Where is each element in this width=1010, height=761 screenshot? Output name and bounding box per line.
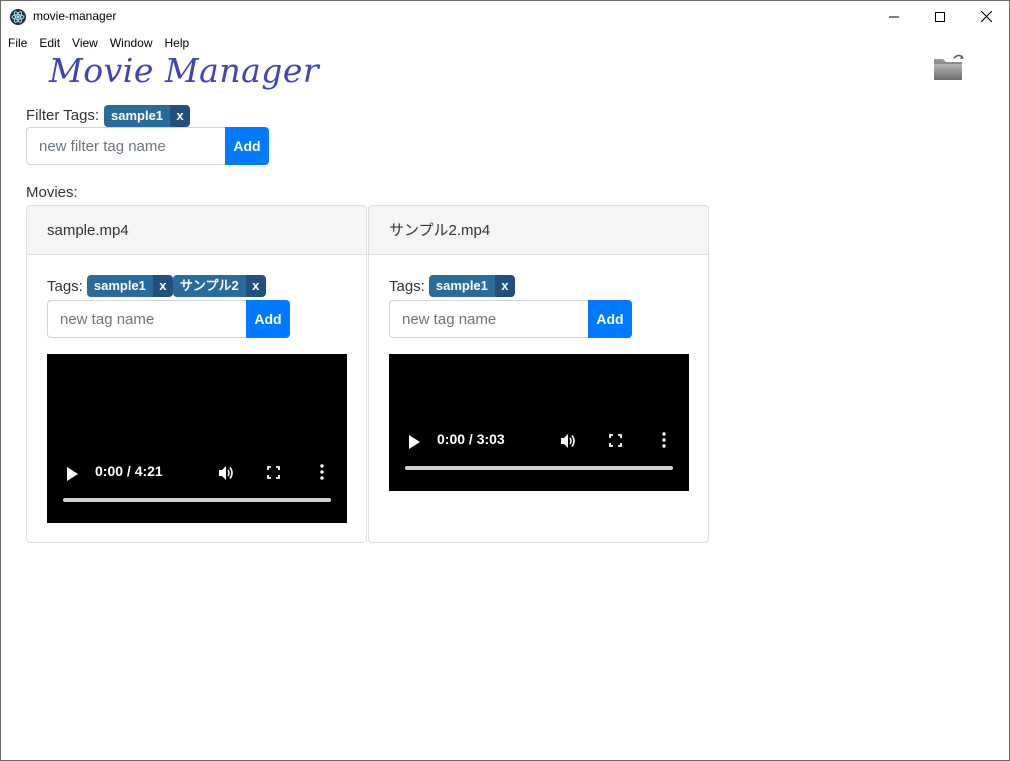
menu-bar: File Edit View Window Help <box>1 33 195 53</box>
play-icon[interactable] <box>66 467 78 481</box>
movie-card: sample.mp4 Tags: sample1 x サンプル2 x Add 0… <box>26 205 367 543</box>
add-movie-tag-button[interactable]: Add <box>588 300 632 338</box>
menu-edit[interactable]: Edit <box>33 33 66 53</box>
movie-tag-input-group: Add <box>389 300 632 338</box>
movie-filename: サンプル2.mp4 <box>369 206 708 255</box>
app-title: Movie Manager <box>49 51 320 90</box>
close-button[interactable] <box>963 1 1009 32</box>
video-time: 0:00 / 4:21 <box>95 463 163 479</box>
window-title: movie-manager <box>33 9 117 23</box>
movie-tag-name: サンプル2 <box>172 275 246 297</box>
filter-tag-input[interactable] <box>26 127 225 165</box>
movie-tags-row: Tags: sample1 x サンプル2 x <box>47 275 266 297</box>
video-player[interactable]: 0:00 / 3:03 <box>389 354 689 491</box>
more-options-icon[interactable] <box>662 432 666 448</box>
movie-tag-input-group: Add <box>47 300 290 338</box>
movie-tag: sample1 x <box>428 275 515 297</box>
maximize-button[interactable] <box>917 1 963 32</box>
filter-tag-remove-button[interactable]: x <box>170 105 191 127</box>
filter-tags-label: Filter Tags: <box>26 107 100 124</box>
movie-tags-row: Tags: sample1 x <box>389 275 515 297</box>
movies-label: Movies: <box>26 184 78 201</box>
movie-tag-name: sample1 <box>86 275 153 297</box>
video-controls: 0:00 / 3:03 <box>389 426 689 456</box>
app-window: movie-manager File Edit View Window Help… <box>0 0 1010 761</box>
movie-tag-name: sample1 <box>428 275 495 297</box>
movie-tag: sample1 x <box>86 275 173 297</box>
menu-file[interactable]: File <box>1 33 33 53</box>
movie-tag: サンプル2 x <box>172 275 266 297</box>
electron-app-icon <box>10 9 26 25</box>
video-progress-bar[interactable] <box>63 498 331 502</box>
volume-icon[interactable] <box>217 464 235 482</box>
open-folder-button[interactable] <box>932 52 966 82</box>
video-time: 0:00 / 3:03 <box>437 431 505 447</box>
video-progress-bar[interactable] <box>405 466 673 470</box>
movie-tag-remove-button[interactable]: x <box>245 275 266 297</box>
movie-card: サンプル2.mp4 Tags: sample1 x Add 0:00 / 3:0… <box>368 205 709 543</box>
movie-tag-remove-button[interactable]: x <box>494 275 515 297</box>
volume-icon[interactable] <box>559 432 577 450</box>
filter-tag: sample1 x <box>104 105 191 127</box>
fullscreen-icon[interactable] <box>267 466 280 479</box>
more-options-icon[interactable] <box>320 464 324 480</box>
filter-tag-name: sample1 <box>104 105 171 127</box>
minimize-button[interactable] <box>871 1 917 32</box>
movie-tag-input[interactable] <box>47 300 246 338</box>
menu-view[interactable]: View <box>66 33 104 53</box>
menu-help[interactable]: Help <box>159 33 196 53</box>
video-player[interactable]: 0:00 / 4:21 <box>47 354 347 523</box>
add-filter-tag-button[interactable]: Add <box>225 127 269 165</box>
close-icon <box>980 11 992 22</box>
menu-window[interactable]: Window <box>104 33 159 53</box>
movie-tags-label: Tags: <box>47 277 83 295</box>
folder-open-icon <box>934 54 964 80</box>
fullscreen-icon[interactable] <box>609 434 622 447</box>
play-icon[interactable] <box>408 435 420 449</box>
filter-tags-list: sample1 x <box>104 105 191 127</box>
video-controls: 0:00 / 4:21 <box>47 458 347 488</box>
maximize-icon <box>935 11 945 22</box>
movie-tags-label: Tags: <box>389 277 425 295</box>
movie-tag-remove-button[interactable]: x <box>152 275 173 297</box>
add-movie-tag-button[interactable]: Add <box>246 300 290 338</box>
minimize-icon <box>889 16 899 17</box>
movie-tag-input[interactable] <box>389 300 588 338</box>
movie-filename: sample.mp4 <box>27 206 366 255</box>
title-bar[interactable]: movie-manager <box>1 1 1009 32</box>
filter-input-group: Add <box>26 127 269 165</box>
